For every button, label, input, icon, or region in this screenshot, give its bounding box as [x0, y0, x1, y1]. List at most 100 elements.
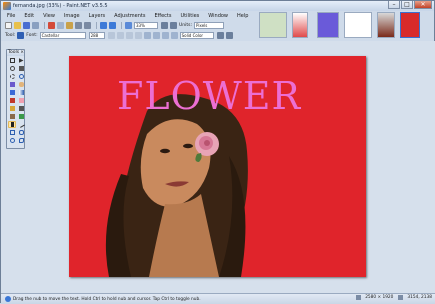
lasso-select-icon[interactable]: [8, 65, 16, 72]
rectangle-select-icon[interactable]: [8, 57, 16, 64]
text-tool-icon[interactable]: [17, 31, 25, 39]
flower-text[interactable]: FLOWER: [117, 74, 301, 118]
info-icon: [5, 296, 11, 302]
rendering-icon[interactable]: [170, 31, 178, 39]
image-tab-thumbnail[interactable]: [317, 12, 339, 38]
image-size: 2580 × 1920: [365, 295, 394, 300]
menu-image[interactable]: Image: [64, 13, 80, 19]
zoom-tool-icon[interactable]: [17, 73, 25, 80]
font-select[interactable]: Castellar: [39, 31, 86, 39]
move-selected-icon[interactable]: [17, 57, 25, 64]
open-icon[interactable]: [14, 21, 21, 29]
image-canvas[interactable]: FLOWER +: [69, 56, 366, 277]
pan-icon[interactable]: [17, 81, 25, 88]
menu-help[interactable]: Help: [237, 13, 248, 19]
align-right-icon[interactable]: [161, 31, 169, 39]
zoom-icon[interactable]: [125, 21, 132, 29]
recolor-icon[interactable]: [17, 113, 25, 120]
image-tab-thumbnail[interactable]: [292, 12, 308, 38]
zoom-select[interactable]: 33%: [134, 21, 158, 29]
cut-icon[interactable]: [48, 21, 55, 29]
save-icon[interactable]: [23, 21, 30, 29]
deselect-icon[interactable]: [84, 21, 91, 29]
status-right: 2580 × 1920 3154, 2138: [351, 295, 432, 300]
line-curve-icon[interactable]: [17, 121, 25, 128]
rectangle-icon[interactable]: [8, 129, 16, 136]
blend-mode-icon[interactable]: [225, 31, 233, 39]
main-toolbar: 33% Units: Pixels: [1, 20, 259, 30]
font-label: Font:: [26, 32, 38, 38]
font-size-select[interactable]: 288: [88, 31, 105, 39]
image-tabs: [259, 11, 434, 41]
tool-options-toolbar: Tool: Font: Castellar 288 Solid Color: [1, 30, 259, 40]
units-select[interactable]: Pixels: [194, 21, 225, 29]
image-tab-thumbnail[interactable]: [259, 12, 287, 38]
bold-icon[interactable]: [107, 31, 115, 39]
crop-icon[interactable]: [75, 21, 82, 29]
eraser-icon[interactable]: [17, 97, 25, 104]
color-picker-icon[interactable]: [17, 105, 25, 112]
image-tab-thumbnail-active[interactable]: [400, 12, 420, 38]
move-selection-icon[interactable]: [17, 65, 25, 72]
tool-grid: [7, 56, 25, 145]
magic-wand-icon[interactable]: [8, 81, 16, 88]
close-button[interactable]: ✕: [414, 1, 432, 9]
separator: [44, 21, 45, 29]
tool-label: Tool:: [5, 32, 16, 38]
close-icon[interactable]: ×: [20, 50, 24, 56]
maximize-button[interactable]: □: [401, 1, 413, 9]
menu-utilities[interactable]: Utilities: [180, 13, 199, 19]
copy-icon[interactable]: [57, 21, 64, 29]
paintbrush-icon[interactable]: [8, 97, 16, 104]
italic-icon[interactable]: [116, 31, 124, 39]
menu-effects[interactable]: Effects: [154, 13, 171, 19]
units-label: Units:: [179, 22, 193, 28]
title-bar: fernanda.jpg (33%) - Paint.NET v3.5.5 – …: [1, 1, 434, 11]
clone-stamp-icon[interactable]: [8, 113, 16, 120]
align-left-icon[interactable]: [143, 31, 151, 39]
separator: [96, 21, 97, 29]
freeform-shape-icon[interactable]: [17, 137, 25, 144]
tools-panel: Tools ×: [6, 49, 25, 149]
strikethrough-icon[interactable]: [134, 31, 142, 39]
menu-layers[interactable]: Layers: [89, 13, 106, 19]
app-window: fernanda.jpg (33%) - Paint.NET v3.5.5 – …: [0, 0, 435, 304]
text-tool-icon[interactable]: [8, 121, 16, 128]
redo-icon[interactable]: [109, 21, 116, 29]
menu-window[interactable]: Window: [208, 13, 228, 19]
cursor-position: 3154, 2138: [407, 295, 432, 300]
gradient-icon[interactable]: [17, 89, 25, 96]
pencil-icon[interactable]: [8, 105, 16, 112]
ellipse-icon[interactable]: [8, 137, 16, 144]
underline-icon[interactable]: [125, 31, 133, 39]
image-tab-thumbnail[interactable]: [377, 12, 395, 38]
paste-icon[interactable]: [66, 21, 73, 29]
menu-bar: File Edit View Image Layers Adjustments …: [1, 11, 261, 20]
menu-edit[interactable]: Edit: [24, 13, 34, 19]
separator: [121, 21, 122, 29]
grid-icon[interactable]: [161, 21, 168, 29]
tools-panel-title: Tools ×: [7, 50, 24, 56]
fill-select[interactable]: Solid Color: [179, 31, 214, 39]
menu-file[interactable]: File: [7, 13, 15, 19]
antialias-icon[interactable]: [216, 31, 224, 39]
image-size-icon: [356, 295, 362, 300]
rulers-icon[interactable]: [170, 21, 177, 29]
paint-bucket-icon[interactable]: [8, 89, 16, 96]
image-tab-thumbnail[interactable]: [344, 12, 372, 38]
ellipse-select-icon[interactable]: [8, 73, 16, 80]
cursor-position-icon: [398, 295, 404, 300]
status-hint: Drag the nub to move the text. Hold Ctrl…: [13, 296, 201, 302]
print-icon[interactable]: [32, 21, 39, 29]
undo-icon[interactable]: [100, 21, 107, 29]
window-title: fernanda.jpg (33%) - Paint.NET v3.5.5: [13, 3, 108, 9]
window-controls: – □ ✕: [387, 1, 432, 9]
menu-view[interactable]: View: [43, 13, 55, 19]
minimize-button[interactable]: –: [388, 1, 400, 9]
rounded-rectangle-icon[interactable]: [17, 129, 25, 136]
new-icon[interactable]: [5, 21, 12, 29]
align-center-icon[interactable]: [152, 31, 160, 39]
app-icon: [3, 2, 11, 10]
status-bar: Drag the nub to move the text. Hold Ctrl…: [1, 293, 435, 304]
menu-adjustments[interactable]: Adjustments: [114, 13, 145, 19]
